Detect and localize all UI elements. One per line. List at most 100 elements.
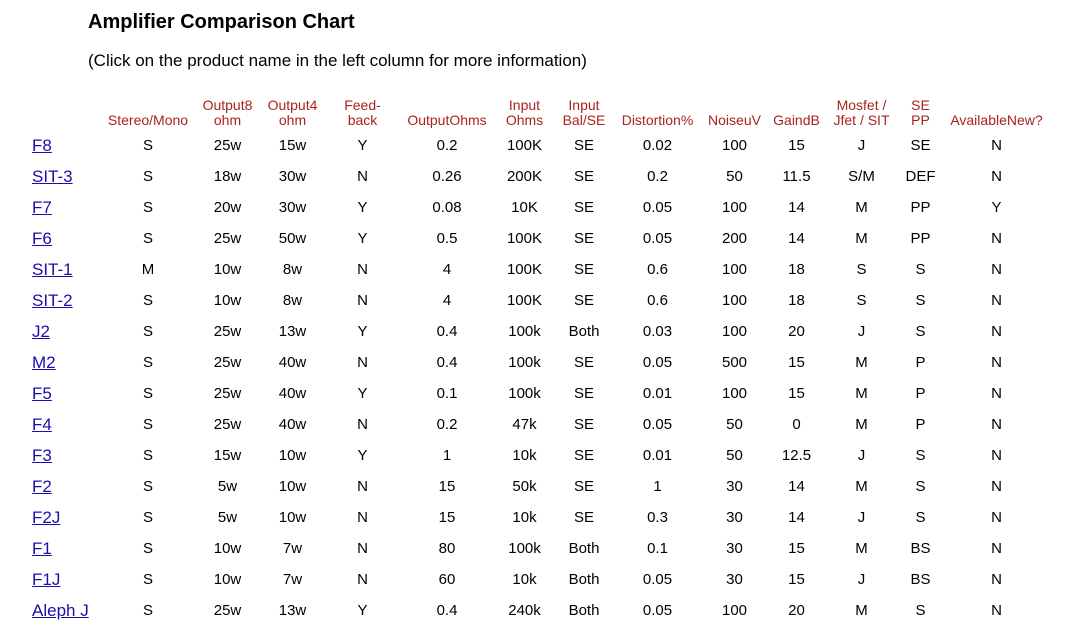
cell-noise: 30 xyxy=(726,509,743,526)
cell-device-type: M xyxy=(855,416,868,433)
page-title: Amplifier Comparison Chart xyxy=(88,11,355,33)
cell-feedback: N xyxy=(357,571,368,588)
cell-output-8ohm: 25w xyxy=(213,137,242,154)
column-header-line2: Bal/SE xyxy=(562,112,606,128)
cell-input-ohms: 100k xyxy=(508,385,541,402)
table-row: F3 S 15w 10w Y 1 10k SE 0.01 50 12.5 J S N xyxy=(26,440,1048,471)
column-header-line1: Input xyxy=(508,97,541,113)
product-link[interactable]: Aleph J xyxy=(32,601,89,620)
cell-available-new: N xyxy=(991,168,1002,185)
product-name-cell: F8 xyxy=(26,130,102,161)
cell-output-4ohm: 8w xyxy=(282,292,303,309)
product-name-cell: SIT-1 xyxy=(26,254,102,285)
product-link[interactable]: F6 xyxy=(32,229,52,248)
cell-input-ohms: 10k xyxy=(512,509,537,526)
cell-input-ohms: 100K xyxy=(506,137,543,154)
table-body: F8 S 25w 15w Y 0.2 100K SE 0.02 100 15 J SE N SIT-3 S 18… xyxy=(26,130,1048,626)
cell-noise: 100 xyxy=(721,292,748,309)
cell-input-ohms: 100K xyxy=(506,292,543,309)
column-header-name xyxy=(26,94,102,130)
cell-input-bal-se: Both xyxy=(568,540,600,557)
cell-distortion: 0.6 xyxy=(647,292,668,309)
column-header-noise: NoiseuV xyxy=(703,94,766,130)
product-link[interactable]: SIT-1 xyxy=(32,260,73,279)
cell-distortion: 0.05 xyxy=(642,602,673,619)
cell-output-8ohm: 10w xyxy=(213,292,242,309)
product-link[interactable]: F2 xyxy=(32,477,52,496)
table-row: SIT-2 S 10w 8w N 4 100K SE 0.6 100 18 S S N xyxy=(26,285,1048,316)
cell-available-new: N xyxy=(991,354,1002,371)
product-link[interactable]: F7 xyxy=(32,198,52,217)
cell-available-new: N xyxy=(991,540,1002,557)
column-header-line2: PP xyxy=(911,112,930,128)
cell-output-8ohm: 20w xyxy=(213,199,242,216)
table-row: F5 S 25w 40w Y 0.1 100k SE 0.01 100 15 M P N xyxy=(26,378,1048,409)
table-row: F4 S 25w 40w N 0.2 47k SE 0.05 50 0 M P N xyxy=(26,409,1048,440)
column-header-gain: GaindB xyxy=(766,94,827,130)
column-header-line1: NoiseuV xyxy=(708,112,761,128)
product-link[interactable]: SIT-2 xyxy=(32,291,73,310)
cell-stereo-mono: S xyxy=(142,323,153,340)
cell-output-8ohm: 15w xyxy=(213,447,242,464)
product-name-cell: F1 xyxy=(26,533,102,564)
product-link[interactable]: M2 xyxy=(32,353,56,372)
product-link[interactable]: F4 xyxy=(32,415,52,434)
cell-output-ohms: 0.4 xyxy=(436,602,458,619)
product-link[interactable]: F3 xyxy=(32,446,52,465)
cell-feedback: N xyxy=(357,354,368,371)
cell-gain: 20 xyxy=(788,602,805,619)
cell-input-ohms: 10k xyxy=(512,571,537,588)
cell-gain: 15 xyxy=(788,540,805,557)
cell-device-type: M xyxy=(855,602,868,619)
cell-output-4ohm: 30w xyxy=(278,168,307,185)
cell-input-bal-se: SE xyxy=(573,137,594,154)
cell-output-ohms: 1 xyxy=(442,447,452,464)
cell-feedback: Y xyxy=(357,385,368,402)
cell-stereo-mono: S xyxy=(142,416,153,433)
product-link[interactable]: F8 xyxy=(32,136,52,155)
cell-feedback: Y xyxy=(357,199,368,216)
cell-gain: 14 xyxy=(788,509,805,526)
cell-input-ohms: 100K xyxy=(506,230,543,247)
cell-input-ohms: 100k xyxy=(508,540,541,557)
cell-gain: 12.5 xyxy=(781,447,812,464)
product-link[interactable]: F1 xyxy=(32,539,52,558)
cell-se-pp: S xyxy=(915,509,926,526)
cell-feedback: N xyxy=(357,509,368,526)
cell-output-8ohm: 10w xyxy=(213,261,242,278)
product-link[interactable]: J2 xyxy=(32,322,50,341)
cell-feedback: Y xyxy=(357,323,368,340)
cell-noise: 30 xyxy=(726,478,743,495)
cell-se-pp: BS xyxy=(910,540,931,557)
cell-noise: 100 xyxy=(721,261,748,278)
cell-output-ohms: 0.1 xyxy=(436,385,458,402)
cell-stereo-mono: S xyxy=(142,571,153,588)
product-link[interactable]: F2J xyxy=(32,508,60,527)
table-row: F8 S 25w 15w Y 0.2 100K SE 0.02 100 15 J SE N xyxy=(26,130,1048,161)
column-header-line1: Feed- xyxy=(344,97,381,113)
product-link[interactable]: F5 xyxy=(32,384,52,403)
cell-stereo-mono: S xyxy=(142,168,153,185)
cell-stereo-mono: S xyxy=(142,602,153,619)
cell-input-ohms: 100K xyxy=(506,261,543,278)
cell-stereo-mono: M xyxy=(141,261,155,278)
cell-se-pp: S xyxy=(915,478,926,495)
cell-distortion: 0.03 xyxy=(642,323,673,340)
product-name-cell: F2J xyxy=(26,502,102,533)
cell-output-4ohm: 7w xyxy=(282,540,303,557)
column-header-line1: Input xyxy=(568,97,600,113)
cell-device-type: M xyxy=(855,230,868,247)
cell-input-ohms: 100k xyxy=(508,354,541,371)
cell-noise: 50 xyxy=(726,447,743,464)
cell-available-new: N xyxy=(991,416,1002,433)
cell-output-8ohm: 25w xyxy=(213,354,242,371)
cell-available-new: N xyxy=(991,509,1002,526)
column-header-input-ohms: Input Ohms xyxy=(493,94,556,130)
column-header-line1: GaindB xyxy=(773,112,820,128)
product-link[interactable]: SIT-3 xyxy=(32,167,73,186)
column-header-line1: Distortion% xyxy=(621,112,694,128)
cell-gain: 15 xyxy=(788,137,805,154)
product-link[interactable]: F1J xyxy=(32,570,60,589)
product-name-cell: F7 xyxy=(26,192,102,223)
cell-output-ohms: 0.4 xyxy=(436,354,458,371)
